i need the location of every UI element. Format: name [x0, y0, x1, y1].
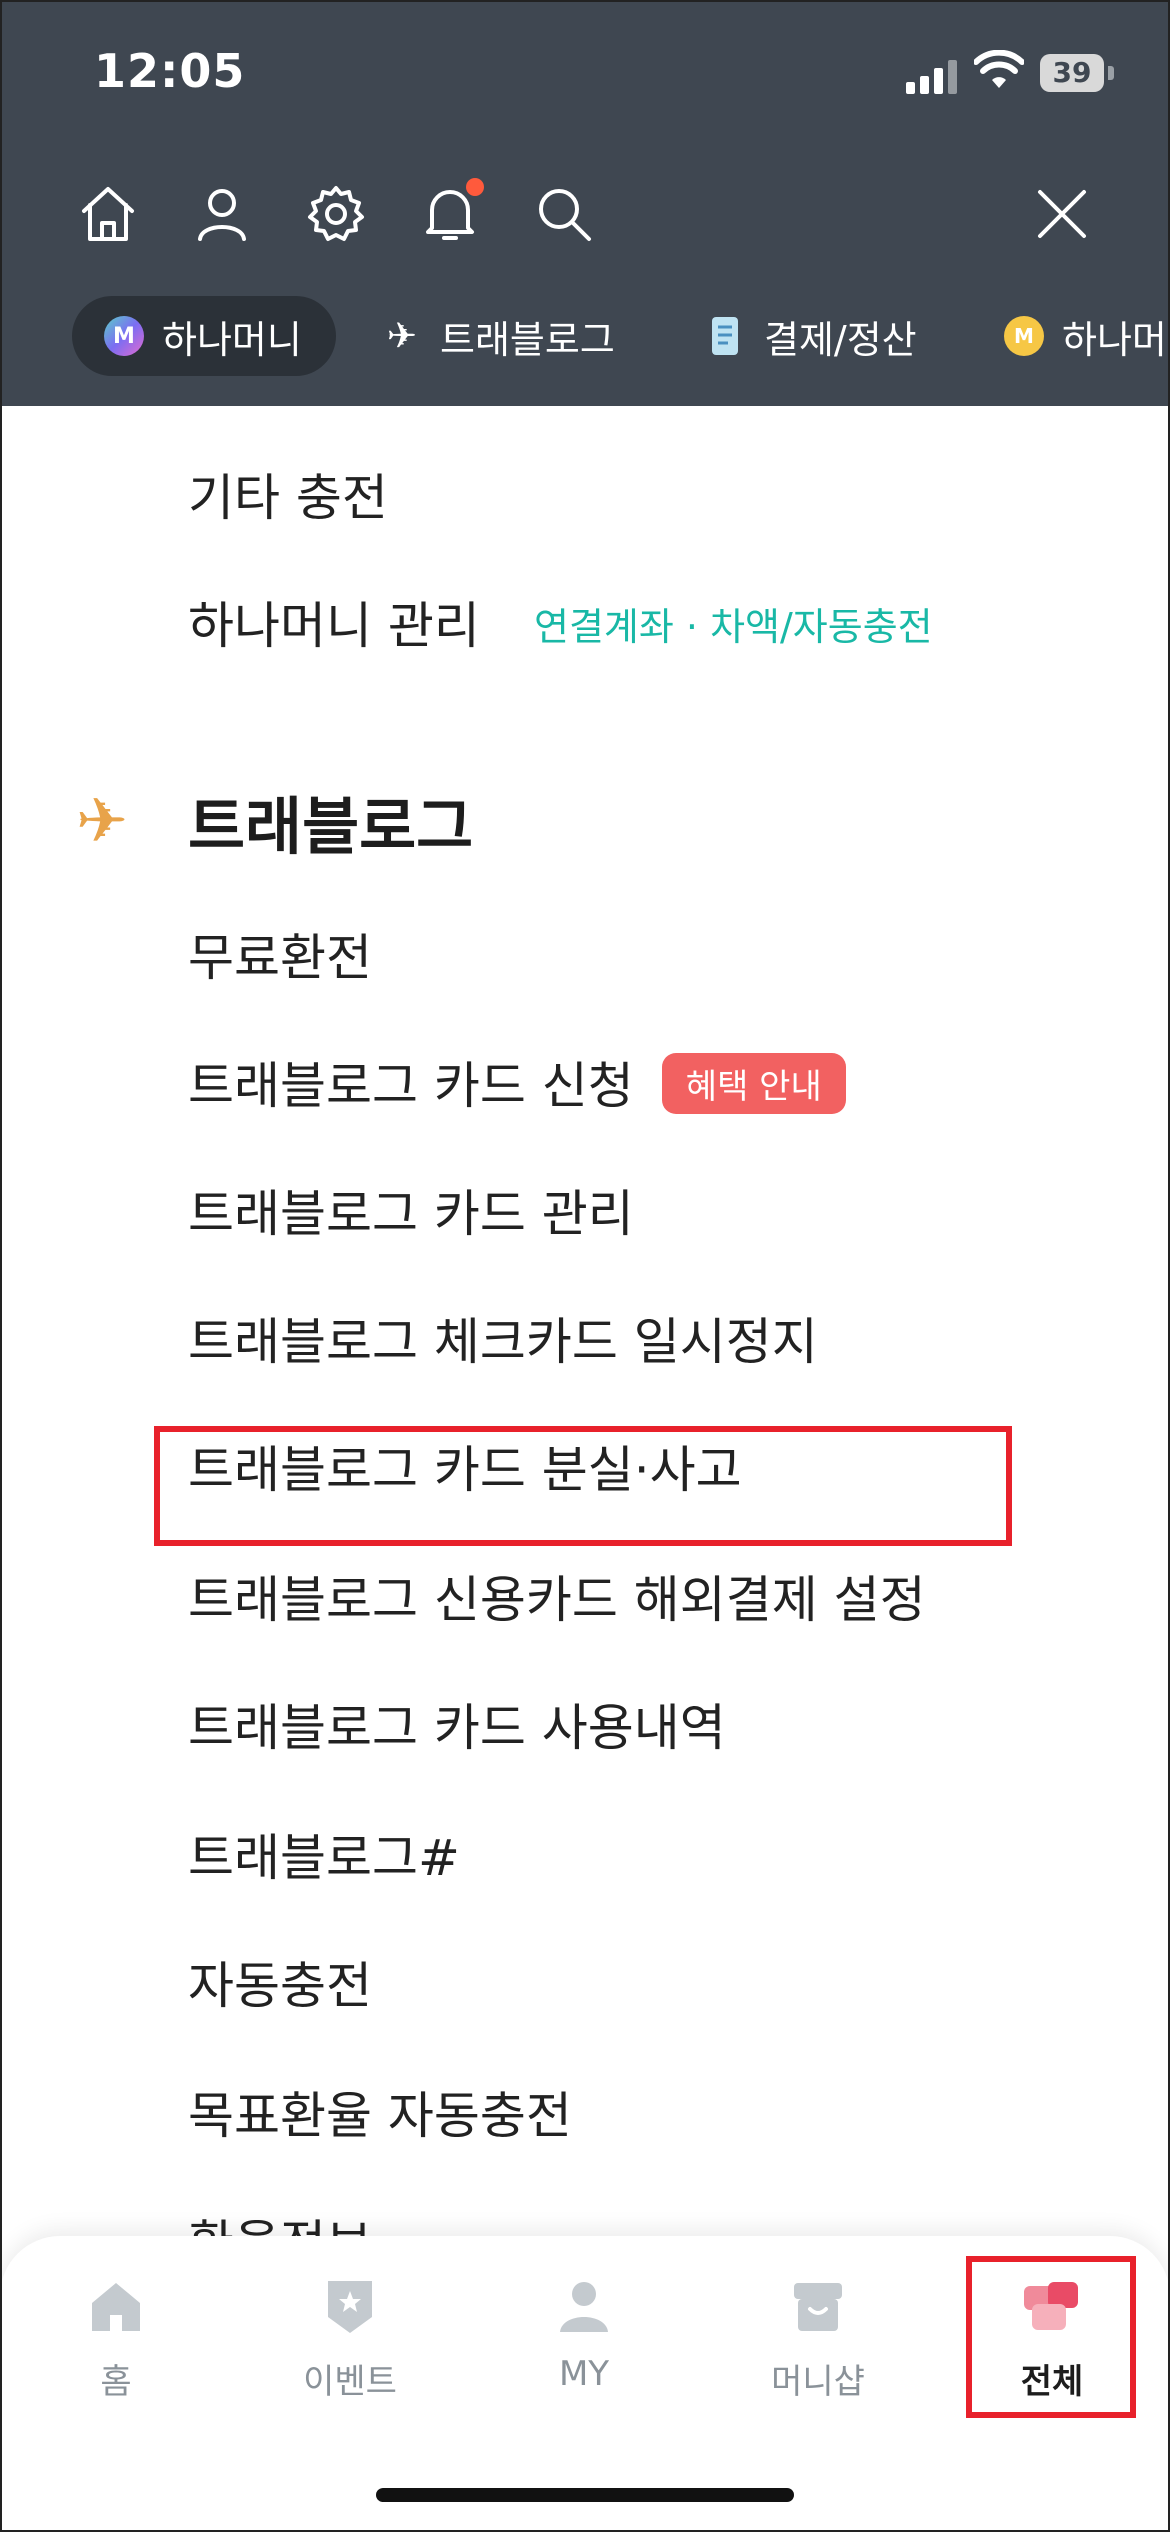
menu-item-travelog-hash[interactable]: 트래블로그#	[188, 1818, 460, 1890]
menu-item-etc-charge[interactable]: 기타 충전	[188, 458, 388, 530]
home-icon[interactable]	[70, 172, 146, 256]
chip-label: 하나머	[1062, 317, 1167, 362]
status-time: 12:05	[94, 44, 246, 98]
header-icon-row	[0, 172, 1170, 256]
card-apply-label: 트래블로그 카드 신청	[188, 1057, 634, 1115]
hanamoney-icon: M	[104, 316, 144, 356]
tab-label: 이벤트	[303, 2362, 397, 2402]
header: 12:05 39 M 하나머니 ✈ 트래블로그 결제/정산 M 하나머	[0, 0, 1170, 406]
airplane-icon: ✈	[386, 315, 418, 357]
home-tab-icon	[86, 2276, 146, 2336]
home-indicator	[376, 2488, 794, 2502]
menu-content: 기타 충전 하나머니 관리 연결계좌 · 차액/자동충전 ✈ 트래블로그 무료환…	[0, 406, 1170, 2236]
tab-moneyshop[interactable]: 머니샵	[728, 2276, 908, 2426]
notification-dot	[466, 178, 484, 196]
hanamoney-manage-sublinks[interactable]: 연결계좌 · 차액/자동충전	[534, 596, 933, 651]
chip-label: 하나머니	[162, 317, 302, 362]
battery-indicator: 39	[1040, 54, 1104, 92]
menu-item-card-history[interactable]: 트래블로그 카드 사용내역	[188, 1688, 726, 1760]
close-icon[interactable]	[1024, 172, 1100, 256]
receipt-icon	[706, 316, 746, 356]
menu-item-card-apply[interactable]: 트래블로그 카드 신청 혜택 안내	[188, 1046, 846, 1120]
menu-item-hanamoney-manage[interactable]: 하나머니 관리	[188, 586, 480, 658]
category-chips: M 하나머니 ✈ 트래블로그 결제/정산 M 하나머	[0, 296, 1170, 382]
menu-item-exchange-rate[interactable]: 환율정보	[188, 2204, 372, 2236]
shop-icon	[788, 2276, 848, 2336]
signal-icon	[906, 58, 958, 94]
chip-coin[interactable]: M 하나머	[1004, 296, 1167, 376]
section-title-travelog: 트래블로그	[188, 790, 474, 863]
status-bar: 12:05 39	[0, 0, 1170, 150]
battery-tip	[1108, 66, 1114, 80]
search-icon[interactable]	[526, 172, 602, 256]
chip-label: 결제/정산	[764, 317, 917, 362]
event-icon	[320, 2276, 380, 2336]
tab-label: 홈	[100, 2362, 132, 2402]
chip-payment[interactable]: 결제/정산	[706, 296, 917, 376]
tab-event[interactable]: 이벤트	[260, 2276, 440, 2426]
benefit-badge[interactable]: 혜택 안내	[661, 1053, 846, 1114]
chip-travelog[interactable]: ✈ 트래블로그	[382, 296, 615, 376]
chip-hanamoney[interactable]: M 하나머니	[72, 296, 336, 376]
menu-item-credit-overseas[interactable]: 트래블로그 신용카드 해외결제 설정	[188, 1560, 926, 1632]
wifi-icon	[974, 50, 1024, 88]
highlight-box-tab-all	[966, 2256, 1136, 2418]
my-icon	[554, 2276, 614, 2336]
tab-label: 머니샵	[771, 2362, 865, 2402]
menu-item-card-manage[interactable]: 트래블로그 카드 관리	[188, 1174, 634, 1246]
coin-icon: M	[1004, 316, 1044, 356]
menu-item-auto-charge[interactable]: 자동충전	[188, 1946, 372, 2018]
airplane-icon: ✈	[76, 784, 128, 857]
menu-item-check-card-pause[interactable]: 트래블로그 체크카드 일시정지	[188, 1302, 818, 1374]
tab-home[interactable]: 홈	[26, 2276, 206, 2426]
menu-item-free-exchange[interactable]: 무료환전	[188, 918, 372, 990]
menu-item-card-lost[interactable]: 트래블로그 카드 분실·사고	[188, 1430, 742, 1502]
tab-label: MY	[558, 2354, 610, 2394]
menu-item-target-rate-charge[interactable]: 목표환율 자동충전	[188, 2076, 572, 2148]
tab-my[interactable]: MY	[494, 2276, 674, 2426]
user-icon[interactable]	[184, 172, 260, 256]
gear-icon[interactable]	[298, 172, 374, 256]
chip-label: 트래블로그	[440, 317, 615, 362]
